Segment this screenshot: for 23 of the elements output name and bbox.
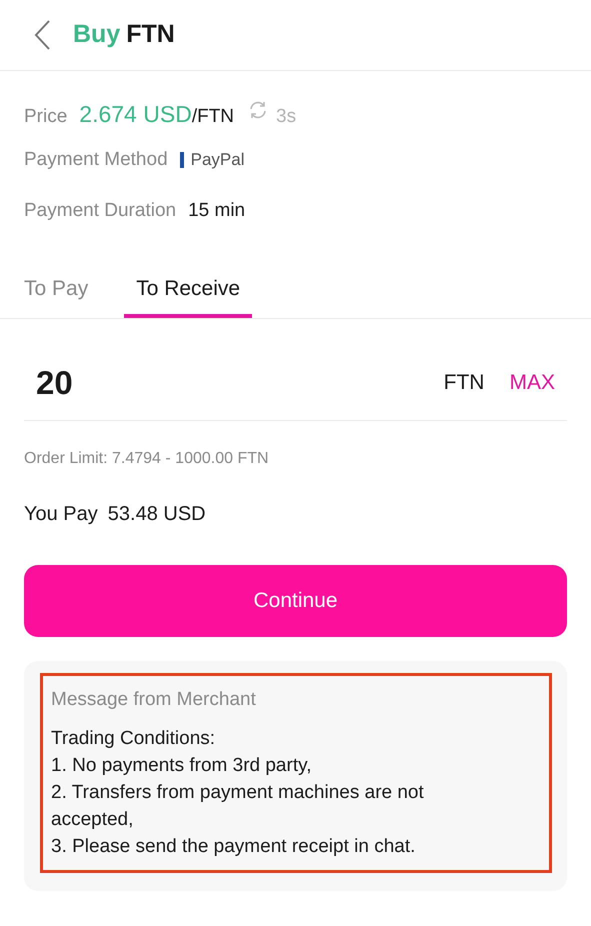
max-button[interactable]: MAX — [509, 366, 555, 398]
currency-label: FTN — [444, 370, 484, 396]
message-text: Trading Conditions: 1. No payments from 3rd party, 2. Transfers from payment machines are not accepted, 3. Please send the payment receipt in chat. — [51, 726, 425, 858]
refresh-countdown: 3s — [276, 105, 296, 129]
price-label: Price — [24, 105, 68, 129]
payment-duration-value: 15 min — [188, 199, 246, 223]
amount-field[interactable]: 20 FTN MAX — [24, 345, 567, 421]
you-pay-label: You Pay — [24, 502, 98, 527]
order-limit-text: Order Limit: 7.4794 - 1000.00 FTN — [24, 449, 270, 469]
bar-icon — [180, 152, 184, 168]
price-unit: /FTN — [192, 105, 234, 129]
continue-button[interactable]: Continue — [24, 565, 567, 637]
price-value: 2.674 USD — [79, 100, 192, 129]
message-title: Message from Merchant — [51, 688, 257, 712]
payment-method-label: Payment Method — [24, 148, 168, 172]
you-pay-value: 53.48 USD — [108, 502, 206, 527]
page-title: FTN — [126, 19, 175, 50]
tab[interactable]: To Pay — [12, 267, 100, 318]
page-title: Buy — [73, 19, 120, 50]
tab[interactable]: To Receive — [124, 267, 252, 318]
payment-duration-label: Payment Duration — [24, 199, 176, 223]
payment-method-value: PayPal — [190, 149, 245, 172]
refresh-icon — [248, 100, 268, 120]
